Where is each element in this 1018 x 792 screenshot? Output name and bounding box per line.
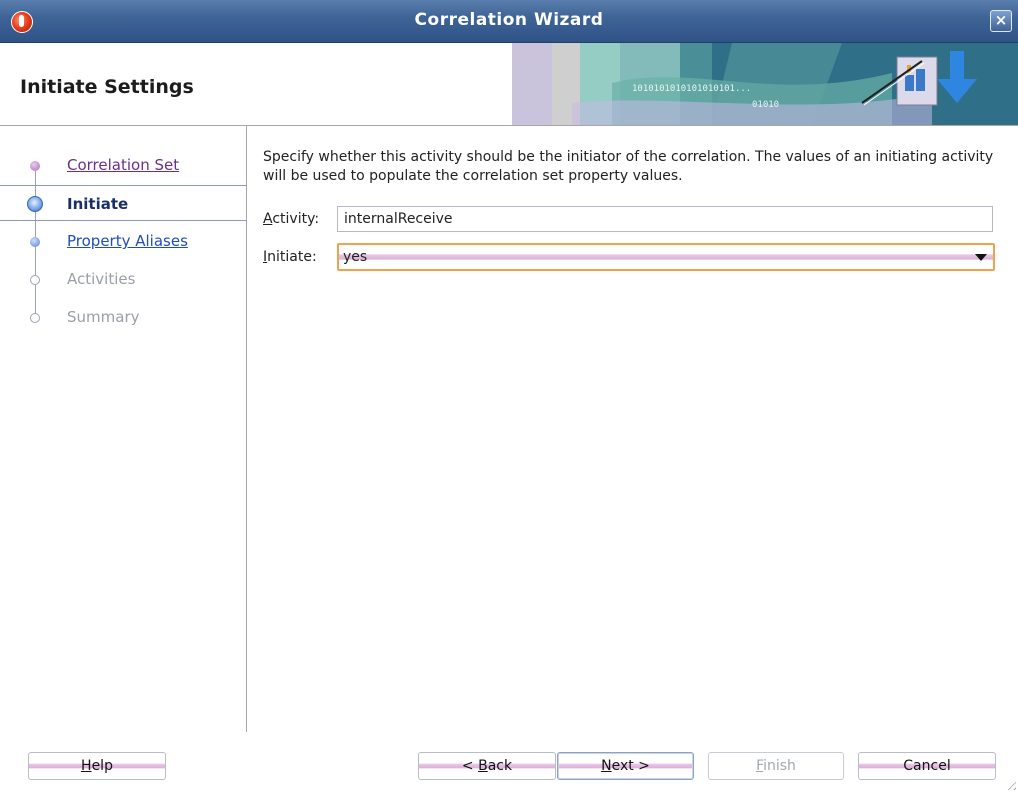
step-initiate[interactable]: Initiate — [0, 185, 246, 221]
activity-field[interactable]: internalReceive — [337, 206, 993, 232]
title-bar: Correlation Wizard × — [0, 0, 1018, 43]
back-button[interactable]: < Back — [418, 752, 556, 780]
finish-button: Finish — [708, 752, 844, 780]
back-prefix: < — [461, 758, 479, 774]
next-label: ext > — [611, 758, 650, 774]
step-label[interactable]: Property Aliases — [67, 232, 188, 250]
step-label: Activities — [67, 270, 136, 288]
instructions-text: Specify whether this activity should be … — [263, 149, 994, 184]
step-available-icon — [30, 237, 40, 247]
initiate-selected-value: yes — [343, 249, 368, 265]
step-disabled-icon — [30, 275, 40, 285]
initiate-label: Initiate: — [263, 249, 317, 265]
step-label: Summary — [67, 308, 140, 326]
step-visited-icon — [30, 161, 40, 171]
step-label: Initiate — [67, 195, 129, 213]
step-property-aliases[interactable]: Property Aliases — [0, 224, 246, 260]
activity-label-text: ctivity: — [272, 211, 320, 227]
activity-label-mnemonic: A — [263, 211, 273, 227]
page-title: Initiate Settings — [20, 76, 194, 98]
step-current-icon — [27, 196, 43, 212]
step-label[interactable]: Correlation Set — [67, 156, 179, 174]
wizard-header: Initiate Settings 1010101010101010101...… — [0, 43, 1018, 126]
back-label: ack — [487, 758, 513, 774]
wizard-steps-panel: Correlation Set Initiate Property Aliase… — [0, 126, 247, 732]
resize-grip-icon[interactable] — [1004, 778, 1016, 790]
help-mnemonic: H — [81, 758, 92, 774]
cancel-button[interactable]: Cancel — [858, 752, 996, 780]
back-mnemonic: B — [478, 758, 488, 774]
activity-label: Activity: — [263, 211, 319, 227]
svg-text:1010101010101010101...: 1010101010101010101... — [632, 84, 751, 94]
step-correlation-set[interactable]: Correlation Set — [0, 148, 246, 184]
dropdown-arrow-icon[interactable] — [975, 254, 987, 261]
initiate-dropdown[interactable]: yes — [337, 243, 995, 271]
finish-label: inish — [763, 758, 796, 774]
close-window-button[interactable]: × — [990, 10, 1012, 32]
step-disabled-icon — [30, 313, 40, 323]
window-title: Correlation Wizard — [414, 10, 604, 30]
next-mnemonic: N — [601, 758, 612, 774]
next-button[interactable]: Next > — [557, 752, 694, 780]
help-label: elp — [91, 758, 113, 774]
wizard-banner-graphic: 1010101010101010101... 01010 — [512, 43, 1018, 125]
svg-text:01010: 01010 — [752, 100, 779, 110]
step-activities: Activities — [0, 262, 246, 298]
wizard-content: Specify whether this activity should be … — [247, 126, 1018, 732]
initiate-label-text: nitiate: — [267, 249, 317, 265]
step-summary: Summary — [0, 300, 246, 336]
help-button[interactable]: Help — [28, 752, 166, 780]
